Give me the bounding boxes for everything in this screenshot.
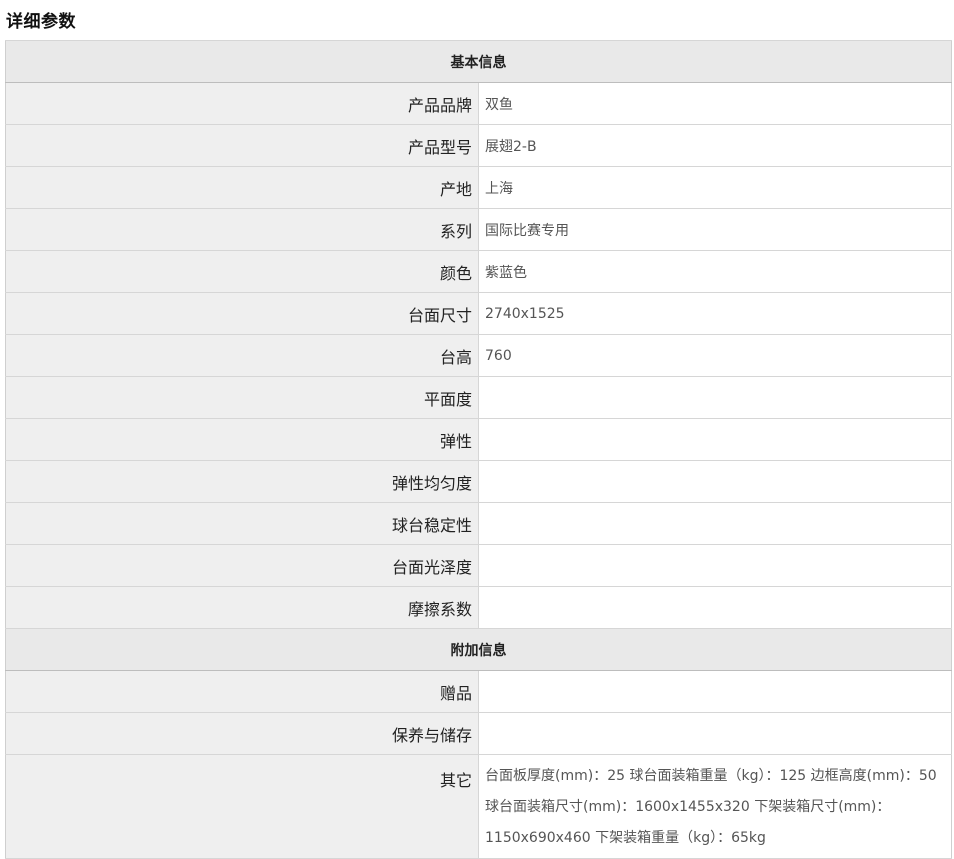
- section-header-additional: 附加信息: [5, 628, 952, 671]
- table-row: 赠品: [5, 670, 952, 713]
- row-label: 弹性均匀度: [5, 460, 479, 503]
- section-header-basic: 基本信息: [5, 40, 952, 83]
- table-row: 其它 台面板厚度(mm)：25 球台面装箱重量（kg）：125 边框高度(mm)…: [5, 754, 952, 859]
- row-value: [478, 712, 952, 755]
- row-value: 760: [478, 334, 952, 377]
- row-label: 产地: [5, 166, 479, 209]
- row-label: 台高: [5, 334, 479, 377]
- row-value: [478, 586, 952, 629]
- row-label: 赠品: [5, 670, 479, 713]
- page-title: 详细参数: [6, 12, 76, 32]
- row-label: 台面光泽度: [5, 544, 479, 587]
- row-label: 摩擦系数: [5, 586, 479, 629]
- table-row: 摩擦系数: [5, 586, 952, 629]
- row-value: [478, 502, 952, 545]
- table-row: 弹性均匀度: [5, 460, 952, 503]
- table-row: 平面度: [5, 376, 952, 419]
- row-label: 保养与储存: [5, 712, 479, 755]
- table-row: 产品型号 展翅2-B: [5, 124, 952, 167]
- table-row: 产品品牌 双鱼: [5, 82, 952, 125]
- row-label: 弹性: [5, 418, 479, 461]
- row-label: 产品型号: [5, 124, 479, 167]
- row-value: [478, 376, 952, 419]
- row-value: 展翅2-B: [478, 124, 952, 167]
- table-row: 台高 760: [5, 334, 952, 377]
- row-label: 颜色: [5, 250, 479, 293]
- table-row: 产地 上海: [5, 166, 952, 209]
- row-value: 紫蓝色: [478, 250, 952, 293]
- row-label: 系列: [5, 208, 479, 251]
- table-row: 弹性: [5, 418, 952, 461]
- row-label: 台面尺寸: [5, 292, 479, 335]
- table-row: 台面尺寸 2740x1525: [5, 292, 952, 335]
- row-value: [478, 670, 952, 713]
- section-title: 基本信息: [5, 40, 952, 83]
- row-value: 国际比赛专用: [478, 208, 952, 251]
- row-value: 台面板厚度(mm)：25 球台面装箱重量（kg）：125 边框高度(mm)：50…: [478, 754, 952, 859]
- table-row: 系列 国际比赛专用: [5, 208, 952, 251]
- row-value: [478, 460, 952, 503]
- table-row: 保养与储存: [5, 712, 952, 755]
- table-row: 球台稳定性: [5, 502, 952, 545]
- table-row: 台面光泽度: [5, 544, 952, 587]
- row-label: 平面度: [5, 376, 479, 419]
- row-value: 2740x1525: [478, 292, 952, 335]
- row-label: 其它: [5, 754, 479, 859]
- row-label: 球台稳定性: [5, 502, 479, 545]
- row-value: [478, 544, 952, 587]
- table-row: 颜色 紫蓝色: [5, 250, 952, 293]
- row-value: [478, 418, 952, 461]
- section-title: 附加信息: [5, 628, 952, 671]
- row-value: 双鱼: [478, 82, 952, 125]
- row-label: 产品品牌: [5, 82, 479, 125]
- spec-table: 基本信息 产品品牌 双鱼 产品型号 展翅2-B 产地 上海 系列 国际比赛专用 …: [5, 40, 952, 859]
- row-value: 上海: [478, 166, 952, 209]
